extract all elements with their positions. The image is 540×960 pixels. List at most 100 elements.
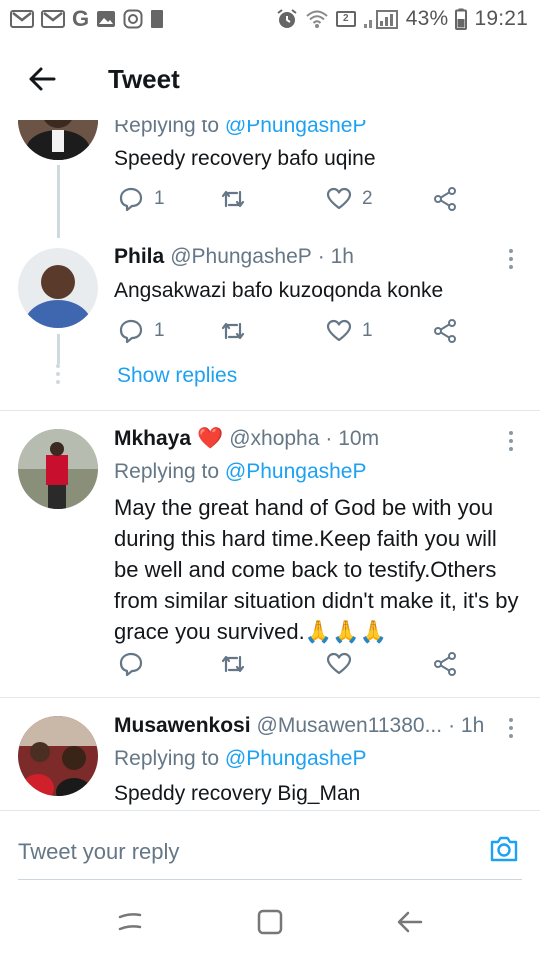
tweet-time: · 10m: [325, 427, 380, 450]
tweet-feed[interactable]: Replying to @PhungasheP Speedy recovery …: [0, 120, 540, 810]
system-nav-bar: [0, 884, 540, 960]
camera-icon: [490, 836, 518, 862]
tweet-text: Speddy recovery Big_Man: [114, 782, 361, 805]
avatar[interactable]: [18, 716, 98, 796]
share-icon: [434, 652, 456, 676]
thread-line: [57, 334, 60, 364]
battery-icon: [455, 8, 468, 30]
tweet-text: Angsakwazi bafo kuzoqonda konke: [114, 279, 444, 302]
sim-badge: 2: [335, 11, 356, 27]
mention-link[interactable]: @PhungasheP: [225, 120, 367, 137]
reply-composer: Tweet your reply: [0, 810, 540, 884]
share-icon: [434, 319, 456, 343]
user-handle[interactable]: @xhopha: [229, 427, 319, 451]
tweet-text: May the great hand of God be with you du…: [114, 495, 519, 644]
tweet-actions: [114, 651, 474, 683]
reply-count: 1: [154, 188, 165, 209]
status-right-icons: 2 43% 19:21: [276, 7, 528, 31]
retweet-button[interactable]: [220, 318, 256, 344]
retweet-icon: [221, 190, 245, 208]
wifi-icon: [305, 9, 329, 29]
tweet-time: · 1h: [448, 714, 485, 737]
tweet-header: Mkhaya ❤️ @xhopha · 10m: [114, 427, 379, 451]
heart-icon: [326, 187, 352, 210]
gmail-icon: [10, 10, 34, 28]
avatar[interactable]: [18, 120, 98, 160]
reply-button[interactable]: [118, 651, 144, 677]
recent-apps-icon: [118, 913, 142, 931]
reply-tweet[interactable]: Replying to @PhungasheP Speedy recovery …: [0, 120, 540, 238]
input-underline: [18, 879, 522, 880]
reply-tweet[interactable]: Musawenkosi @Musawen11380... · 1h Replyi…: [0, 698, 540, 810]
home-button[interactable]: [250, 902, 290, 942]
top-bar: Tweet: [0, 38, 540, 120]
reply-icon: [119, 652, 143, 677]
reply-tweet[interactable]: Phila @PhungasheP · 1h Angsakwazi bafo k…: [0, 238, 540, 410]
arrow-left-icon: [29, 67, 56, 91]
retweet-button[interactable]: [220, 651, 246, 677]
share-icon: [434, 187, 456, 211]
like-button[interactable]: 2: [326, 186, 373, 212]
retweet-button[interactable]: [220, 186, 256, 212]
user-handle[interactable]: @Musawen11380...: [257, 714, 443, 738]
gmail-icon: [41, 10, 65, 28]
instagram-icon: [123, 9, 143, 29]
battery-percent: 43%: [405, 7, 449, 30]
back-nav-button[interactable]: [390, 902, 430, 942]
signal-icon: [363, 9, 399, 29]
reply-button[interactable]: 1: [118, 186, 165, 212]
show-replies-link[interactable]: Show replies: [117, 364, 237, 388]
retweet-icon: [221, 322, 245, 340]
thread-dots: [56, 364, 62, 384]
google-icon: G: [72, 6, 90, 31]
share-button[interactable]: [432, 651, 458, 677]
tweet-actions: 1 1: [114, 318, 474, 350]
retweet-icon: [221, 655, 245, 673]
user-handle[interactable]: @PhungasheP: [170, 245, 312, 269]
reply-button[interactable]: 1: [118, 318, 165, 344]
avatar[interactable]: [18, 248, 98, 328]
more-options-button[interactable]: [506, 431, 516, 451]
notification-icon: [150, 9, 164, 29]
share-button[interactable]: [432, 186, 458, 212]
page-title: Tweet: [108, 63, 180, 94]
reply-icon: [119, 319, 143, 344]
mention-link[interactable]: @PhungasheP: [225, 747, 367, 770]
back-icon: [397, 911, 423, 933]
home-icon: [257, 909, 283, 935]
status-left-icons: G: [10, 6, 164, 32]
mention-link[interactable]: @PhungasheP: [225, 460, 367, 483]
avatar[interactable]: [18, 429, 98, 509]
heart-icon: [326, 652, 352, 675]
back-button[interactable]: [0, 38, 84, 120]
like-count: 1: [362, 320, 373, 341]
heart-emoji: ❤️: [197, 427, 224, 450]
heart-icon: [326, 319, 352, 342]
display-name[interactable]: Phila: [114, 245, 164, 269]
share-button[interactable]: [432, 318, 458, 344]
like-button[interactable]: [326, 651, 352, 677]
display-name[interactable]: Mkhaya: [114, 427, 191, 451]
more-options-button[interactable]: [506, 718, 516, 738]
recent-apps-button[interactable]: [110, 902, 150, 942]
status-bar: G 2 43% 19:21: [0, 0, 540, 38]
tweet-text: Speedy recovery bafo uqine: [114, 147, 376, 170]
tweet-header: Phila @PhungasheP · 1h: [114, 245, 354, 269]
like-count: 2: [362, 188, 373, 209]
replying-to[interactable]: Replying to @PhungasheP: [114, 120, 367, 138]
replying-to[interactable]: Replying to @PhungasheP: [114, 747, 367, 771]
gallery-icon: [96, 10, 116, 28]
like-button[interactable]: 1: [326, 318, 373, 344]
display-name[interactable]: Musawenkosi: [114, 714, 251, 738]
clock: 19:21: [474, 7, 528, 30]
tweet-time: · 1h: [317, 245, 354, 268]
reply-count: 1: [154, 320, 165, 341]
more-options-button[interactable]: [506, 249, 516, 269]
replying-to[interactable]: Replying to @PhungasheP: [114, 460, 367, 484]
reply-icon: [119, 187, 143, 212]
thread-line: [57, 165, 60, 238]
tweet-header: Musawenkosi @Musawen11380... · 1h: [114, 714, 484, 738]
reply-input[interactable]: Tweet your reply: [18, 839, 179, 865]
tweet-actions: 1 2: [114, 186, 474, 218]
camera-button[interactable]: [488, 833, 520, 865]
